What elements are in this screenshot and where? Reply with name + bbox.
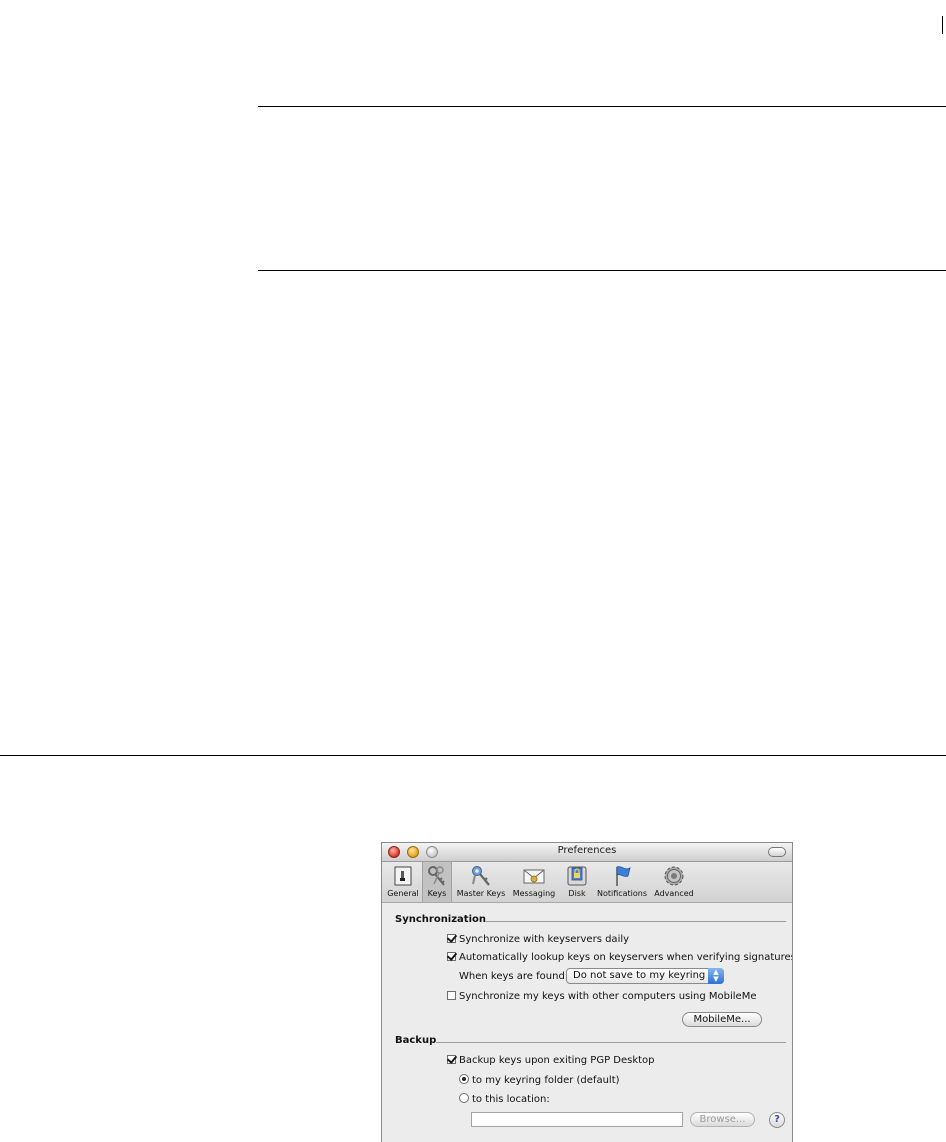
tab-notifications[interactable]: Notifications — [594, 862, 650, 902]
mobileme-button[interactable]: MobileMe... — [682, 1012, 762, 1027]
figure-separator-rule — [0, 755, 946, 756]
synchronization-divider — [486, 921, 786, 922]
switch-icon — [394, 866, 412, 886]
mobileme-sync-checkbox[interactable] — [447, 991, 456, 1000]
flag-icon — [616, 866, 631, 886]
tab-messaging[interactable]: Messaging — [510, 862, 558, 902]
sync-daily-checkbox[interactable] — [447, 934, 456, 943]
tab-advanced[interactable]: Advanced — [652, 862, 696, 902]
margin-mark — [942, 16, 943, 34]
tab-general[interactable]: General — [385, 862, 421, 902]
backup-location-radio[interactable] — [459, 1093, 469, 1103]
help-icon[interactable]: ? — [769, 1112, 785, 1128]
when-keys-found-label: When keys are found: — [459, 971, 569, 982]
tab-master-keys[interactable]: Master Keys — [454, 862, 508, 902]
preferences-window: Preferences General Keys Master Keys Mes… — [381, 842, 793, 1142]
tab-keys[interactable]: Keys — [422, 862, 452, 902]
top-rule — [258, 106, 946, 107]
backup-location-option[interactable]: to this location: — [459, 1093, 550, 1105]
tab-disk[interactable]: Disk — [562, 862, 592, 902]
backup-folder-option[interactable]: to my keyring folder (default) — [459, 1074, 620, 1086]
mobileme-sync-option[interactable]: Synchronize my keys with other computers… — [447, 991, 756, 1002]
master-keys-icon — [472, 866, 490, 886]
chevron-up-down-icon: ▲ ▼ — [708, 968, 724, 984]
backup-on-exit-option[interactable]: Backup keys upon exiting PGP Desktop — [447, 1055, 655, 1066]
disk-lock-icon — [567, 866, 587, 886]
backup-heading: Backup — [395, 1035, 437, 1046]
browse-button[interactable]: Browse... — [690, 1112, 755, 1127]
backup-location-field[interactable] — [471, 1112, 683, 1127]
sync-daily-option[interactable]: Synchronize with keyservers daily — [447, 934, 629, 945]
synchronization-heading: Synchronization — [395, 914, 487, 925]
backup-folder-radio[interactable] — [459, 1074, 469, 1084]
envelope-icon — [523, 869, 545, 884]
window-title: Preferences — [557, 845, 617, 856]
backup-on-exit-checkbox[interactable] — [447, 1055, 456, 1064]
gear-icon — [664, 866, 684, 886]
title-bar: Preferences — [382, 843, 792, 862]
auto-lookup-option[interactable]: Automatically lookup keys on keyservers … — [447, 952, 792, 963]
preferences-toolbar: General Keys Master Keys Messaging Disk … — [382, 862, 792, 903]
second-rule — [258, 270, 946, 271]
when-keys-found-select[interactable]: Do not save to my keyring ▲ ▼ — [566, 968, 724, 984]
toolbar-toggle-button[interactable] — [768, 847, 786, 857]
auto-lookup-checkbox[interactable] — [447, 952, 456, 961]
backup-divider — [436, 1042, 786, 1043]
keys-icon — [428, 866, 445, 886]
